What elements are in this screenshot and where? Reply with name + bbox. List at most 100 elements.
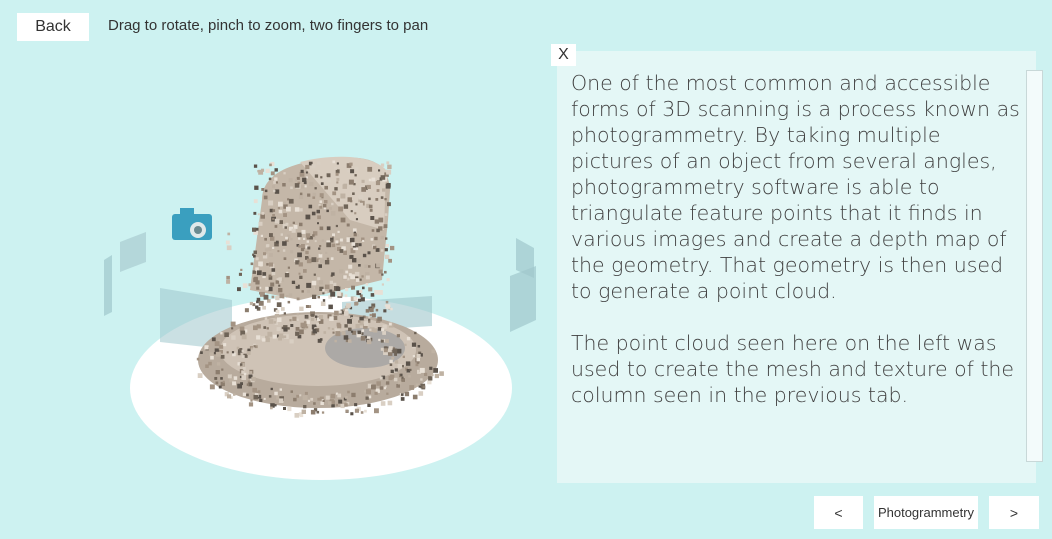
- point: [404, 391, 410, 397]
- point: [311, 211, 316, 216]
- point: [253, 211, 257, 215]
- point: [323, 331, 327, 334]
- point: [345, 396, 348, 399]
- point: [319, 200, 323, 203]
- current-tab-label[interactable]: Photogrammetry: [874, 496, 978, 529]
- point: [379, 386, 384, 390]
- point: [329, 280, 333, 284]
- point: [378, 338, 381, 341]
- point: [412, 355, 415, 358]
- point: [316, 209, 320, 214]
- point: [386, 161, 390, 165]
- point: [306, 282, 312, 288]
- point: [236, 346, 240, 350]
- point: [364, 390, 367, 393]
- point: [388, 258, 392, 263]
- point: [400, 397, 405, 401]
- point: [369, 307, 374, 313]
- point: [215, 381, 219, 385]
- point: [332, 191, 337, 196]
- point: [209, 352, 214, 357]
- point: [414, 331, 417, 335]
- point: [299, 222, 303, 227]
- point: [288, 293, 293, 297]
- point: [320, 401, 324, 405]
- point: [366, 184, 371, 189]
- point: [370, 216, 375, 220]
- point: [291, 228, 296, 233]
- point: [301, 244, 305, 248]
- point: [305, 305, 309, 308]
- point: [305, 164, 310, 170]
- point: [318, 253, 323, 258]
- point: [333, 282, 337, 286]
- point: [339, 238, 343, 242]
- point: [306, 320, 310, 324]
- info-scrollbar[interactable]: [1026, 70, 1043, 462]
- point: [303, 269, 307, 273]
- point: [255, 326, 258, 329]
- point: [275, 181, 278, 184]
- point: [301, 290, 304, 293]
- point: [326, 257, 329, 260]
- point: [352, 258, 357, 263]
- camera-icon[interactable]: [172, 208, 212, 240]
- point: [269, 163, 272, 167]
- next-tab-button[interactable]: >: [989, 496, 1039, 529]
- point: [294, 207, 300, 212]
- point: [258, 300, 264, 306]
- point: [197, 373, 203, 378]
- point: [384, 213, 388, 216]
- point-cloud-viewport[interactable]: [0, 50, 550, 510]
- point: [382, 188, 386, 192]
- point: [368, 287, 373, 292]
- point: [417, 345, 421, 348]
- point: [250, 262, 254, 266]
- point: [307, 246, 311, 250]
- point: [232, 381, 236, 386]
- point: [265, 168, 270, 173]
- point: [335, 224, 338, 228]
- point: [314, 187, 317, 190]
- point: [320, 176, 323, 179]
- point: [249, 301, 253, 306]
- point: [305, 214, 311, 220]
- point: [371, 177, 376, 182]
- point: [375, 198, 379, 201]
- point: [354, 179, 357, 183]
- point: [222, 380, 225, 383]
- point: [263, 397, 266, 400]
- point: [343, 204, 349, 209]
- point: [246, 393, 249, 397]
- point: [239, 363, 243, 366]
- point: [345, 288, 349, 292]
- point: [265, 335, 269, 340]
- point: [283, 172, 286, 175]
- prev-tab-button[interactable]: <: [814, 496, 863, 529]
- point: [336, 198, 340, 202]
- back-button[interactable]: Back: [17, 13, 89, 41]
- point: [274, 177, 278, 181]
- point: [311, 164, 316, 169]
- point: [347, 197, 352, 202]
- point: [259, 398, 263, 402]
- point: [380, 339, 384, 343]
- point-cloud-scene[interactable]: [0, 50, 550, 510]
- point: [270, 406, 273, 410]
- point: [374, 219, 379, 224]
- point: [269, 262, 274, 267]
- point: [223, 343, 227, 347]
- point: [219, 344, 224, 349]
- point: [397, 364, 403, 369]
- point: [316, 322, 319, 326]
- point: [346, 303, 351, 308]
- point: [343, 275, 347, 279]
- point: [352, 205, 358, 211]
- point: [275, 295, 280, 301]
- close-button[interactable]: X: [551, 44, 576, 66]
- point: [268, 177, 272, 181]
- point: [268, 395, 272, 398]
- point: [394, 360, 399, 364]
- camera-frame-left-1: [104, 255, 112, 316]
- point: [279, 293, 285, 299]
